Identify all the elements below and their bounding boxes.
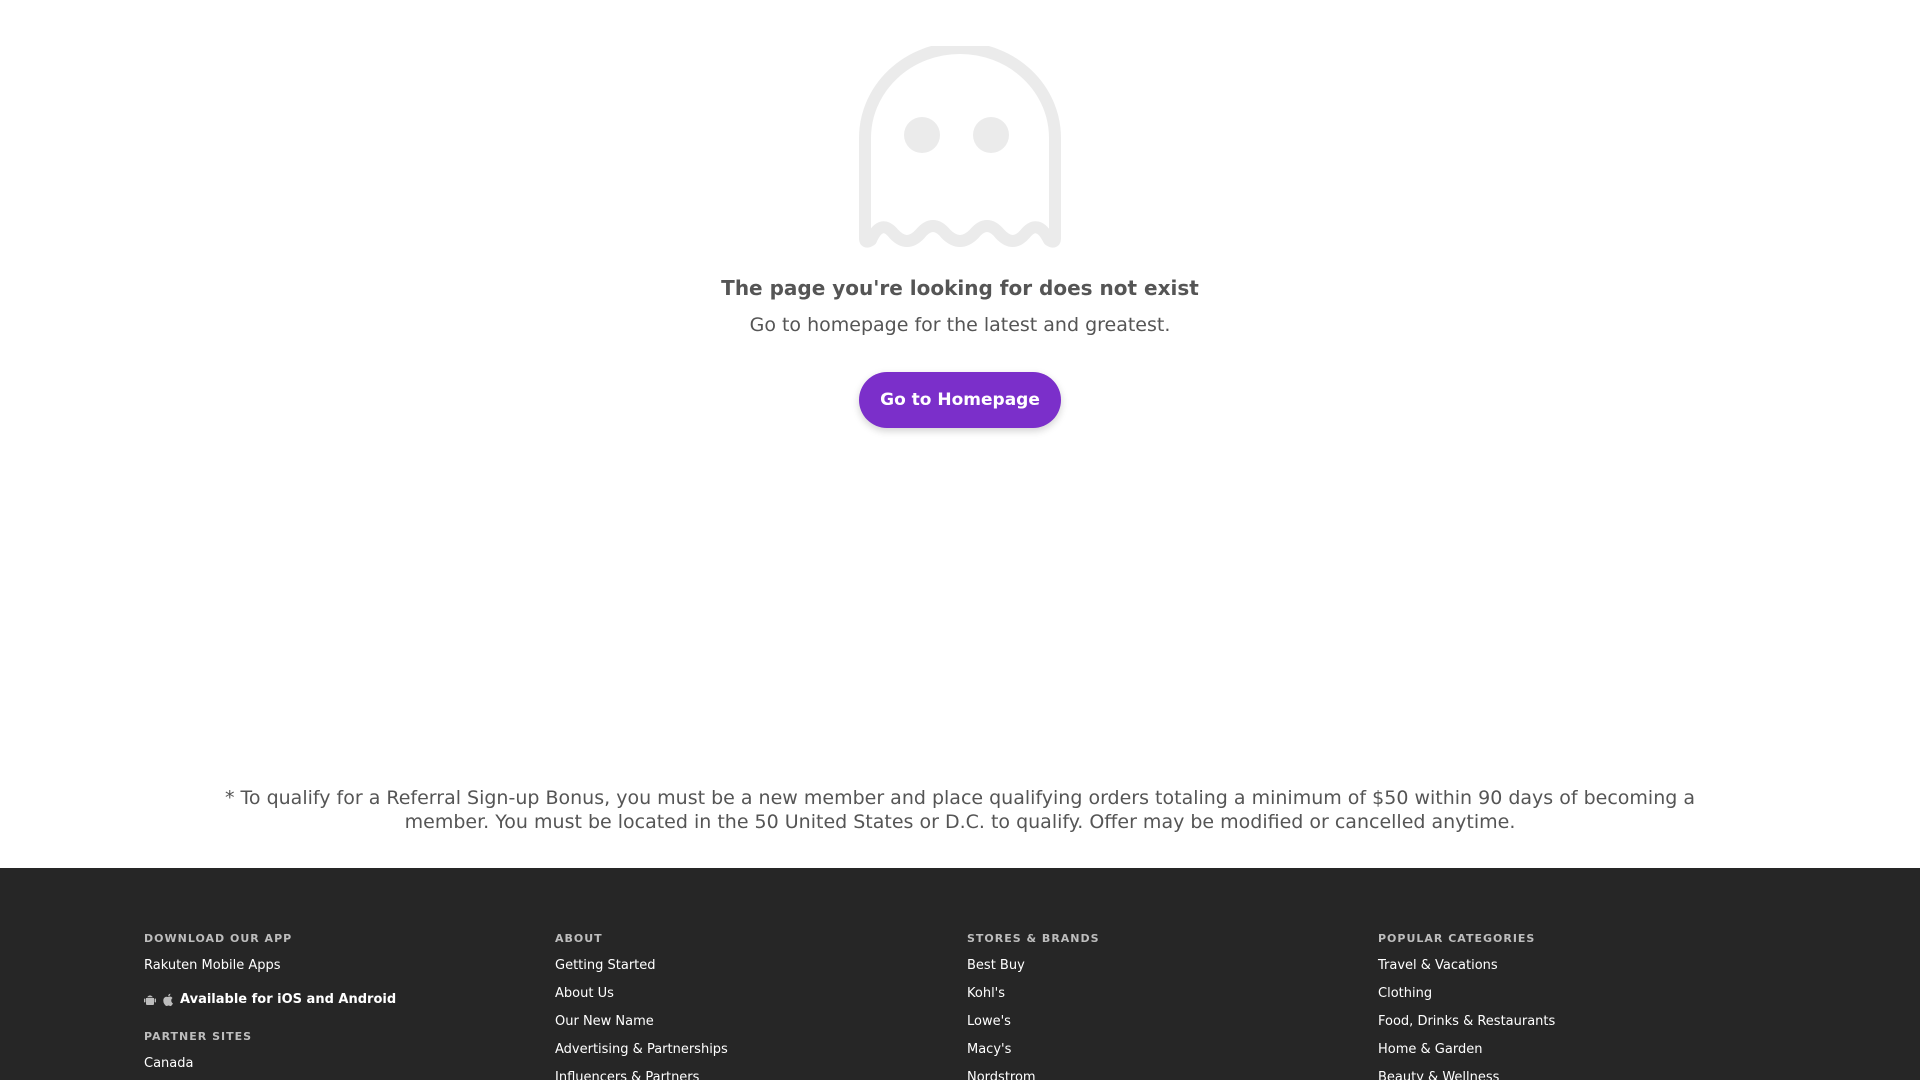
footer-link-text[interactable]: Food, Drinks & Restaurants bbox=[1378, 1014, 1555, 1029]
footer-stores-title: STORES & BRANDS bbox=[967, 932, 1100, 945]
footer-link-text[interactable]: Kohl's bbox=[967, 986, 1005, 1001]
footer-link-text[interactable]: Lowe's bbox=[967, 1014, 1011, 1029]
referral-disclaimer: * To qualify for a Referral Sign-up Bonu… bbox=[225, 787, 1695, 833]
footer-link-mobile-apps[interactable]: Rakuten Mobile Apps bbox=[144, 958, 524, 986]
footer-link-text[interactable]: Canada bbox=[144, 1056, 193, 1071]
footer-download-title: DOWNLOAD OUR APP bbox=[144, 932, 293, 945]
footer-link-macys[interactable]: Macy's bbox=[967, 1042, 1347, 1070]
footer-link-text[interactable]: Beauty & Wellness bbox=[1378, 1070, 1499, 1080]
android-icon bbox=[144, 993, 156, 1007]
error-subtitle: Go to homepage for the latest and greate… bbox=[749, 314, 1171, 336]
footer-link-advertising[interactable]: Advertising & Partnerships bbox=[555, 1042, 935, 1070]
footer-link-text[interactable]: Macy's bbox=[967, 1042, 1011, 1057]
footer-link-text[interactable]: Home & Garden bbox=[1378, 1042, 1482, 1057]
footer-link-text[interactable]: Nordstrom bbox=[967, 1070, 1036, 1080]
error-title: The page you're looking for does not exi… bbox=[721, 276, 1199, 300]
footer-link-home-garden[interactable]: Home & Garden bbox=[1378, 1042, 1758, 1070]
footer-column-download: DOWNLOAD OUR APP Rakuten Mobile Apps Ava… bbox=[144, 932, 524, 1080]
footer-link-getting-started[interactable]: Getting Started bbox=[555, 958, 935, 986]
footer-link-text[interactable]: Getting Started bbox=[555, 958, 656, 973]
footer: DOWNLOAD OUR APP Rakuten Mobile Apps Ava… bbox=[0, 868, 1920, 1080]
footer-link-our-new-name[interactable]: Our New Name bbox=[555, 1014, 935, 1042]
ghost-icon bbox=[855, 46, 1065, 250]
footer-link-text[interactable]: Rakuten Mobile Apps bbox=[144, 958, 281, 973]
footer-link-influencers[interactable]: Influencers & Partners bbox=[555, 1070, 935, 1080]
footer-link-best-buy[interactable]: Best Buy bbox=[967, 958, 1347, 986]
footer-column-stores: STORES & BRANDS Best Buy Kohl's Lowe's M… bbox=[967, 932, 1347, 1080]
footer-link-text[interactable]: Advertising & Partnerships bbox=[555, 1042, 728, 1057]
footer-partner-title: PARTNER SITES bbox=[144, 1030, 253, 1043]
footer-column-about: ABOUT Getting Started About Us Our New N… bbox=[555, 932, 935, 1080]
footer-link-food[interactable]: Food, Drinks & Restaurants bbox=[1378, 1014, 1758, 1042]
footer-link-text[interactable]: Clothing bbox=[1378, 986, 1432, 1001]
footer-link-nordstrom[interactable]: Nordstrom bbox=[967, 1070, 1347, 1080]
footer-link-lowes[interactable]: Lowe's bbox=[967, 1014, 1347, 1042]
footer-column-categories: POPULAR CATEGORIES Travel & Vacations Cl… bbox=[1378, 932, 1758, 1080]
footer-about-title: ABOUT bbox=[555, 932, 603, 945]
footer-link-kohls[interactable]: Kohl's bbox=[967, 986, 1347, 1014]
footer-link-canada[interactable]: Canada bbox=[144, 1056, 524, 1080]
platforms-text: Available for iOS and Android bbox=[180, 992, 397, 1007]
footer-link-travel[interactable]: Travel & Vacations bbox=[1378, 958, 1758, 986]
footer-link-text[interactable]: Best Buy bbox=[967, 958, 1025, 973]
app-availability[interactable]: Available for iOS and Android bbox=[144, 986, 524, 1014]
footer-categories-title: POPULAR CATEGORIES bbox=[1378, 932, 1536, 945]
footer-link-about-us[interactable]: About Us bbox=[555, 986, 935, 1014]
footer-link-text[interactable]: Our New Name bbox=[555, 1014, 654, 1029]
footer-link-text[interactable]: About Us bbox=[555, 986, 614, 1001]
footer-link-text[interactable]: Influencers & Partners bbox=[555, 1070, 699, 1080]
go-to-homepage-button[interactable]: Go to Homepage bbox=[859, 372, 1061, 428]
footer-link-text[interactable]: Travel & Vacations bbox=[1378, 958, 1498, 973]
footer-link-clothing[interactable]: Clothing bbox=[1378, 986, 1758, 1014]
footer-link-beauty[interactable]: Beauty & Wellness bbox=[1378, 1070, 1758, 1080]
page: The page you're looking for does not exi… bbox=[0, 0, 1920, 1080]
apple-icon bbox=[162, 993, 174, 1007]
